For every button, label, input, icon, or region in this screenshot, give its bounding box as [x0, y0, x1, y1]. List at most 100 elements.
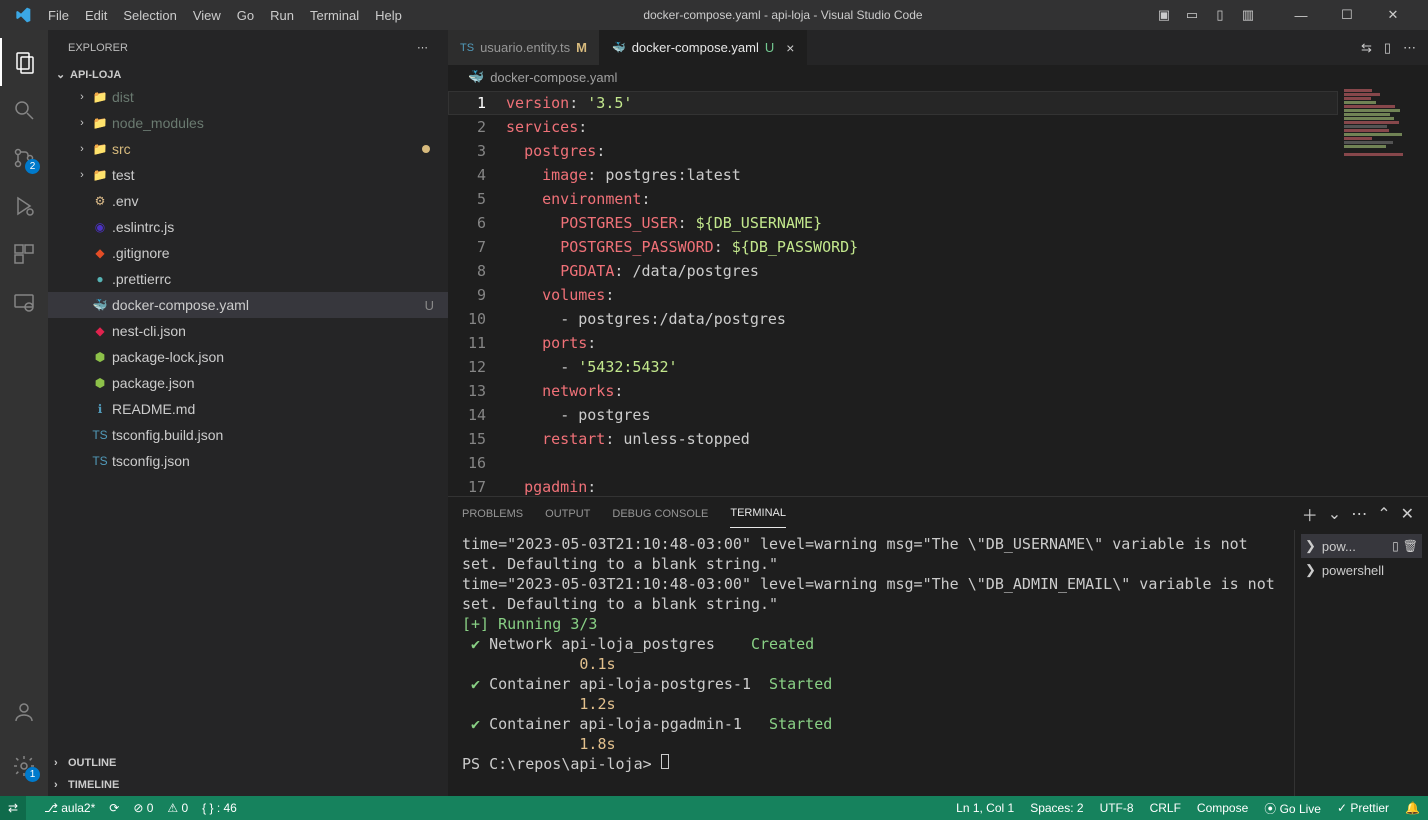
- file-src[interactable]: ›📁src: [48, 136, 448, 162]
- window-maximize-icon[interactable]: ☐: [1324, 0, 1370, 30]
- split-icon[interactable]: ▯: [1384, 40, 1391, 56]
- breadcrumb[interactable]: 🐳 docker-compose.yaml: [448, 65, 1428, 89]
- status-remote-icon[interactable]: ⇄: [0, 796, 26, 820]
- layout-sidebar-right-icon[interactable]: ▯: [1212, 7, 1228, 23]
- layout-panel-icon[interactable]: ▭: [1184, 7, 1200, 23]
- file-test[interactable]: ›📁test: [48, 162, 448, 188]
- window-close-icon[interactable]: ✕: [1370, 0, 1416, 30]
- file-node_modules[interactable]: ›📁node_modules: [48, 110, 448, 136]
- layout-sidebar-left-icon[interactable]: ▣: [1156, 7, 1172, 23]
- activity-search-icon[interactable]: [0, 86, 48, 134]
- activity-settings-icon[interactable]: 1: [0, 742, 48, 790]
- more-icon[interactable]: ⋯: [1403, 40, 1416, 56]
- editor-tabs: TSusuario.entity.tsM🐳docker-compose.yaml…: [448, 30, 1428, 65]
- kill-terminal-icon[interactable]: 🗑: [1403, 539, 1418, 553]
- menu-run[interactable]: Run: [262, 4, 302, 27]
- split-terminal-icon[interactable]: ▯: [1392, 539, 1399, 553]
- menu-view[interactable]: View: [185, 4, 229, 27]
- status-golive[interactable]: ⦿ Go Live: [1264, 800, 1321, 817]
- scm-badge: 2: [25, 159, 40, 174]
- docker-icon: 🐳: [468, 69, 484, 85]
- status-eol[interactable]: CRLF: [1150, 801, 1181, 815]
- menu-file[interactable]: File: [40, 4, 77, 27]
- panel-tab-output[interactable]: OUTPUT: [545, 500, 590, 528]
- activity-scm-icon[interactable]: 2: [0, 134, 48, 182]
- panel-maximize-icon[interactable]: ⌃: [1377, 504, 1390, 524]
- vscode-logo-icon: [14, 6, 32, 24]
- terminal-entry[interactable]: ❯powershell: [1301, 558, 1422, 582]
- tab-usuario.entity.ts[interactable]: TSusuario.entity.tsM: [448, 30, 600, 65]
- activity-remote-icon[interactable]: [0, 278, 48, 326]
- sidebar-more-icon[interactable]: ⋯: [417, 41, 428, 54]
- file-tree: ›📁dist›📁node_modules›📁src›📁test⚙.env◉.es…: [48, 84, 448, 752]
- panel-close-icon[interactable]: ✕: [1401, 504, 1414, 524]
- file-.eslintrc.js[interactable]: ◉.eslintrc.js: [48, 214, 448, 240]
- breadcrumb-label: docker-compose.yaml: [490, 70, 617, 85]
- panel-tab-problems[interactable]: PROBLEMS: [462, 500, 523, 528]
- status-brackets[interactable]: { } : 46: [202, 801, 237, 815]
- menu-help[interactable]: Help: [367, 4, 410, 27]
- activity-explorer-icon[interactable]: [0, 38, 48, 86]
- code-content[interactable]: version: '3.5'services: postgres: image:…: [506, 89, 1428, 496]
- tab-docker-compose.yaml[interactable]: 🐳docker-compose.yamlU×: [600, 30, 807, 65]
- file-nest-cli.json[interactable]: ◆nest-cli.json: [48, 318, 448, 344]
- terminal-entry[interactable]: ❯pow...▯🗑: [1301, 534, 1422, 558]
- tab-close-icon[interactable]: ×: [786, 40, 794, 56]
- titlebar: FileEditSelectionViewGoRunTerminalHelp d…: [0, 0, 1428, 30]
- file-README.md[interactable]: ℹREADME.md: [48, 396, 448, 422]
- activity-account-icon[interactable]: [0, 688, 48, 736]
- menu-bar: FileEditSelectionViewGoRunTerminalHelp: [40, 4, 410, 27]
- status-language[interactable]: Compose: [1197, 801, 1248, 815]
- line-gutter: 1234567891011121314151617: [448, 89, 506, 496]
- terminal-new-icon[interactable]: ＋: [1302, 502, 1318, 526]
- panel-body: time="2023-05-03T21:10:48-03:00" level=w…: [448, 530, 1428, 796]
- file-tsconfig.build.json[interactable]: TStsconfig.build.json: [48, 422, 448, 448]
- panel-tab-debug-console[interactable]: DEBUG CONSOLE: [612, 500, 708, 528]
- editor-body[interactable]: 1234567891011121314151617 version: '3.5'…: [448, 89, 1428, 496]
- activity-run-icon[interactable]: [0, 182, 48, 230]
- compare-icon[interactable]: ⇆: [1361, 40, 1372, 56]
- status-warnings[interactable]: ⚠ 0: [167, 801, 188, 815]
- bottom-panel: PROBLEMS OUTPUT DEBUG CONSOLE TERMINAL ＋ ⌄ ⋯ ⌃ ✕…: [448, 496, 1428, 796]
- sidebar-explorer: EXPLORER ⋯ ⌄ API-LOJA ›📁dist›📁node_modul…: [48, 30, 448, 796]
- sidebar-title: EXPLORER: [68, 42, 128, 54]
- outline-section[interactable]: ›OUTLINE: [48, 752, 448, 774]
- settings-badge: 1: [25, 767, 40, 782]
- file-.env[interactable]: ⚙.env: [48, 188, 448, 214]
- panel-tab-terminal[interactable]: TERMINAL: [730, 499, 786, 528]
- status-errors[interactable]: ⊘ 0: [133, 801, 153, 815]
- status-sync-icon[interactable]: ⟳: [109, 801, 119, 815]
- minimap[interactable]: [1344, 89, 1414, 249]
- window-minimize-icon[interactable]: —: [1278, 0, 1324, 30]
- terminal-output[interactable]: time="2023-05-03T21:10:48-03:00" level=w…: [448, 530, 1294, 796]
- file-tsconfig.json[interactable]: TStsconfig.json: [48, 448, 448, 474]
- file-package-lock.json[interactable]: ⬢package-lock.json: [48, 344, 448, 370]
- status-bar: ⇄ ⎇ aula2* ⟳ ⊘ 0 ⚠ 0 { } : 46 Ln 1, Col …: [0, 796, 1428, 820]
- editor-area: TSusuario.entity.tsM🐳docker-compose.yaml…: [448, 30, 1428, 796]
- main-area: 2 1 EXPLORER ⋯ ⌄ API-LOJA ›📁dist›📁node_m…: [0, 30, 1428, 796]
- window-title: docker-compose.yaml - api-loja - Visual …: [410, 8, 1156, 22]
- timeline-section[interactable]: ›TIMELINE: [48, 774, 448, 796]
- terminal-dropdown-icon[interactable]: ⌄: [1328, 504, 1341, 524]
- status-encoding[interactable]: UTF-8: [1100, 801, 1134, 815]
- project-name: API-LOJA: [70, 69, 121, 81]
- file-package.json[interactable]: ⬢package.json: [48, 370, 448, 396]
- status-prettier[interactable]: ✓ Prettier: [1337, 801, 1389, 815]
- activity-extensions-icon[interactable]: [0, 230, 48, 278]
- sidebar-header: EXPLORER ⋯: [48, 30, 448, 65]
- menu-edit[interactable]: Edit: [77, 4, 115, 27]
- status-branch[interactable]: ⎇ aula2*: [44, 801, 95, 815]
- menu-terminal[interactable]: Terminal: [302, 4, 367, 27]
- file-docker-compose.yaml[interactable]: 🐳docker-compose.yamlU: [48, 292, 448, 318]
- terminal-more-icon[interactable]: ⋯: [1351, 504, 1367, 524]
- layout-customize-icon[interactable]: ▥: [1240, 7, 1256, 23]
- file-dist[interactable]: ›📁dist: [48, 84, 448, 110]
- project-row[interactable]: ⌄ API-LOJA: [48, 65, 448, 84]
- file-.prettierrc[interactable]: ●.prettierrc: [48, 266, 448, 292]
- status-bell-icon[interactable]: 🔔: [1405, 801, 1420, 815]
- file-.gitignore[interactable]: ◆.gitignore: [48, 240, 448, 266]
- menu-selection[interactable]: Selection: [115, 4, 184, 27]
- status-spaces[interactable]: Spaces: 2: [1030, 801, 1083, 815]
- menu-go[interactable]: Go: [229, 4, 262, 27]
- status-cursor-position[interactable]: Ln 1, Col 1: [956, 801, 1014, 815]
